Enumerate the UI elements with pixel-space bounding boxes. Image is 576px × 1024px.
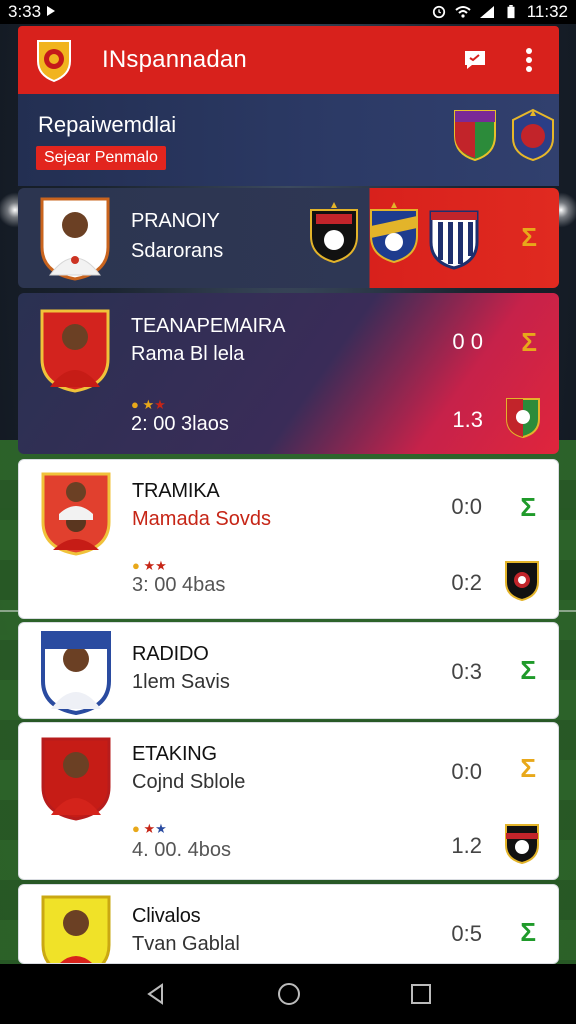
match-score: 0:5 xyxy=(451,921,482,946)
player-name: TEANAPEMAIRA xyxy=(131,315,286,337)
player-avatar xyxy=(41,895,111,963)
chat-icon xyxy=(465,51,485,69)
player-avatar xyxy=(41,737,111,821)
rating-stars-icon: ● ★★ xyxy=(132,558,167,573)
player-avatar xyxy=(41,472,111,556)
player-subtitle: Mamada Sovds xyxy=(132,508,271,530)
list-item[interactable]: TEANAPEMAIRA Rama Bl lela 0 0 Σ ● ★★ 2: … xyxy=(18,293,559,454)
player-avatar xyxy=(40,197,110,281)
battery-icon xyxy=(507,5,515,19)
team-crest-icon xyxy=(454,110,496,162)
player-subtitle: Sdarorans xyxy=(131,240,224,262)
wifi-icon xyxy=(455,6,471,18)
stats-sigma-icon[interactable]: Σ xyxy=(521,327,537,358)
match-score: 0:2 xyxy=(451,570,482,595)
player-subtitle: Tvan Gablal xyxy=(132,933,240,955)
player-subtitle: 1lem Savis xyxy=(132,671,230,693)
match-score: 0 0 xyxy=(452,329,483,354)
player-subtitle: Rama Bl lela xyxy=(131,343,245,365)
app-bar: INspannadan xyxy=(18,26,559,94)
team-crest-icon xyxy=(512,108,554,162)
match-time: 4. 00. 4bos xyxy=(132,839,231,861)
header-chip[interactable]: Sejear Penmalo xyxy=(36,146,166,170)
player-avatar xyxy=(41,631,111,715)
more-vert-icon xyxy=(526,48,532,72)
stats-sigma-icon[interactable]: Σ xyxy=(520,753,536,784)
list-item[interactable]: PRANOIY Sdarorans Σ xyxy=(18,188,559,288)
player-subtitle: Cojnd Sblole xyxy=(132,771,246,793)
team-crest-icon xyxy=(370,202,418,264)
list-item[interactable]: Clivalos Tvan Gablal 0:5 Σ xyxy=(18,884,559,964)
player-name: Clivalos xyxy=(132,905,201,927)
recents-icon[interactable] xyxy=(410,983,432,1005)
team-crest-icon xyxy=(505,561,539,602)
stats-sigma-icon[interactable]: Σ xyxy=(520,492,536,523)
match-score: 0:0 xyxy=(451,494,482,519)
back-icon[interactable] xyxy=(144,982,168,1006)
match-time: 2: 00 3laos xyxy=(131,413,229,435)
stats-sigma-icon[interactable]: Σ xyxy=(520,655,536,686)
match-score: 1.2 xyxy=(451,833,482,858)
list-item[interactable]: ETAKING Cojnd Sblole 0:0 Σ ● ★★ 4. 00. 4… xyxy=(18,722,559,880)
match-score: 1.3 xyxy=(452,407,483,432)
stats-sigma-icon[interactable]: Σ xyxy=(520,917,536,948)
more-options-button[interactable] xyxy=(515,46,543,74)
match-score: 0:0 xyxy=(451,759,482,784)
match-score: 0:3 xyxy=(451,659,482,684)
player-avatar xyxy=(40,309,110,393)
team-crest-icon xyxy=(505,824,539,865)
match-time: 3: 00 4bas xyxy=(132,574,226,596)
stats-sigma-icon[interactable]: Σ xyxy=(521,222,537,253)
team-crest-icon xyxy=(506,398,540,439)
status-time-right: 11:32 xyxy=(526,2,568,21)
team-crest-icon xyxy=(429,210,479,270)
app-title: INspannadan xyxy=(102,46,247,73)
rating-stars-icon: ● ★★ xyxy=(132,821,167,836)
home-icon[interactable] xyxy=(276,981,302,1007)
system-nav-bar xyxy=(0,964,576,1024)
status-time-left: 3:33 xyxy=(8,2,56,22)
team-crest-icon xyxy=(310,202,358,264)
club-logo-icon xyxy=(37,40,71,83)
list-item[interactable]: TRAMIKA Mamada Sovds 0:0 Σ ● ★★ 3: 00 4b… xyxy=(18,459,559,619)
player-name: PRANOIY xyxy=(131,210,220,232)
alarm-icon xyxy=(432,5,445,19)
player-name: RADIDO xyxy=(132,643,209,665)
header-title: Repaiwemdlai xyxy=(38,112,177,137)
signal-icon xyxy=(479,6,494,18)
rating-stars-icon: ● ★★ xyxy=(131,397,166,412)
player-name: ETAKING xyxy=(132,743,217,765)
chat-button[interactable] xyxy=(461,46,489,74)
player-name: TRAMIKA xyxy=(132,480,220,502)
featured-header: Repaiwemdlai Sejear Penmalo xyxy=(18,94,559,186)
list-item[interactable]: RADIDO 1lem Savis 0:3 Σ xyxy=(18,622,559,719)
status-bar: 3:33 11:32 xyxy=(0,0,576,24)
